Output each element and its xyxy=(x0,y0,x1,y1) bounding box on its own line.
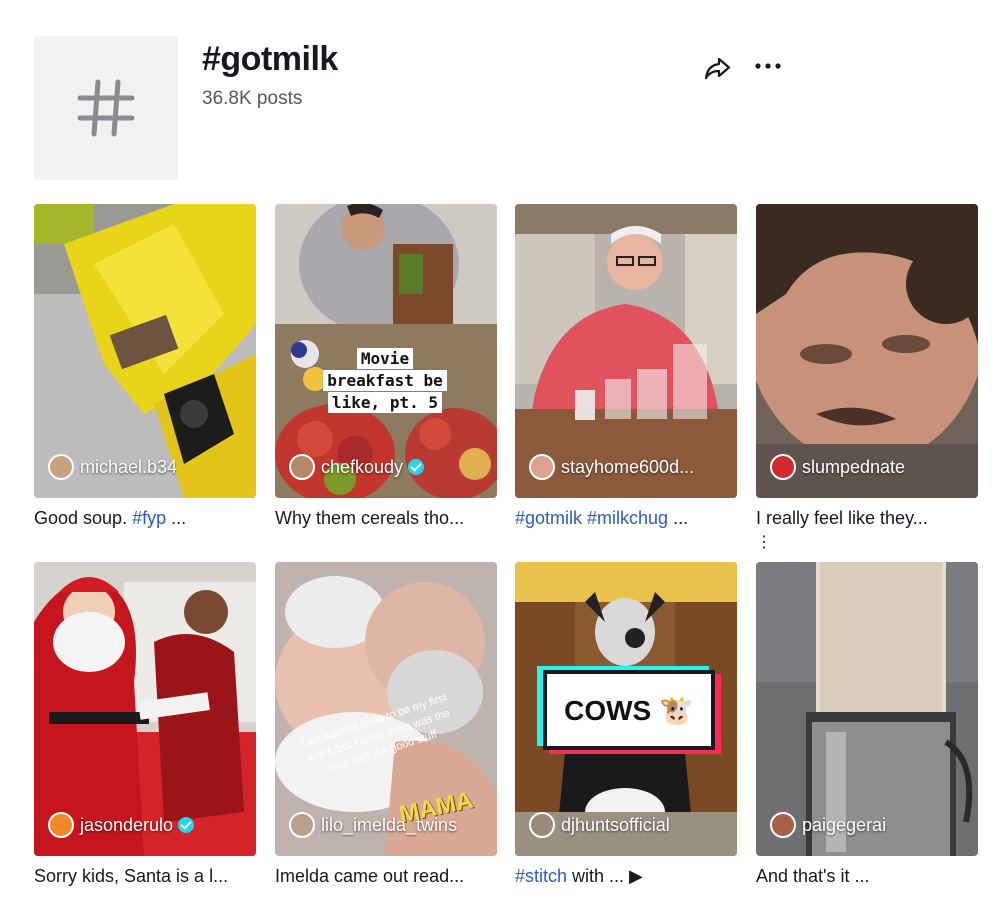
overlay-line: breakfast be xyxy=(323,370,447,391)
author-username: slumpednate xyxy=(802,456,906,477)
caption-text: Imelda came out read... xyxy=(275,866,465,886)
caption-hashtag[interactable]: #stitch xyxy=(515,866,567,886)
share-arrow-icon xyxy=(704,57,731,80)
caption-ellipsis: ... xyxy=(166,508,187,528)
avatar xyxy=(289,812,315,838)
avatar xyxy=(529,812,555,838)
video-card[interactable]: michael.b34 Good soup. #fyp ... xyxy=(34,204,256,532)
video-card[interactable]: paigegerai And that's it ... xyxy=(756,562,978,890)
post-count: 36.8K posts xyxy=(202,88,303,109)
author-username: djhuntsofficial xyxy=(561,814,670,835)
overlay-line: Movie xyxy=(356,348,414,369)
video-card[interactable]: stayhome600d... #gotmilk #milkchug ... xyxy=(515,204,737,532)
caption-text: And that's it ... xyxy=(756,866,870,886)
more-options-button[interactable] xyxy=(750,50,786,82)
author-username: chefkoudy xyxy=(321,456,404,477)
avatar xyxy=(48,812,74,838)
more-vertical-icon[interactable]: ⋮ xyxy=(756,534,772,551)
video-author[interactable]: lilo_imelda_twins xyxy=(289,812,457,838)
video-caption[interactable]: Why them cereals tho... xyxy=(275,508,497,532)
caption-hashtag[interactable]: #gotmilk #milkchug xyxy=(515,508,668,528)
video-card[interactable]: COWS 🐮 djhuntsofficial #stitch with ... … xyxy=(515,562,737,890)
video-author[interactable]: jasonderulo xyxy=(48,812,195,838)
avatar xyxy=(48,454,74,480)
caption-ellipsis: ... xyxy=(668,508,689,528)
video-card[interactable]: Dad wanted dada to be my first word, but… xyxy=(275,562,497,890)
caption-text: Sorry kids, Santa is a l... xyxy=(34,866,229,886)
video-caption[interactable]: #stitch with ... ▶ xyxy=(515,866,737,890)
caption-text: Why them cereals tho... xyxy=(275,508,465,528)
avatar xyxy=(529,454,555,480)
video-thumbnail[interactable]: stayhome600d... xyxy=(515,204,737,498)
overlay-line: like, pt. 5 xyxy=(328,392,442,413)
video-caption[interactable]: Sorry kids, Santa is a l... xyxy=(34,866,256,890)
author-username: michael.b34 xyxy=(80,456,178,477)
caption-hashtag[interactable]: #fyp xyxy=(132,508,166,528)
video-card[interactable]: jasonderulo Sorry kids, Santa is a l... xyxy=(34,562,256,890)
hashtag-header: #gotmilk 36.8K posts xyxy=(34,36,974,181)
more-horizontal-icon xyxy=(755,63,781,69)
video-author[interactable]: michael.b34 xyxy=(48,454,177,480)
video-card[interactable]: Movie breakfast be like, pt. 5 chefkoudy… xyxy=(275,204,497,532)
avatar xyxy=(770,812,796,838)
video-caption[interactable]: And that's it ... xyxy=(756,866,978,890)
play-icon: ▶ xyxy=(624,866,643,886)
avatar xyxy=(289,454,315,480)
video-thumbnail[interactable]: michael.b34 xyxy=(34,204,256,498)
video-caption[interactable]: I really feel like they... xyxy=(756,508,978,532)
video-author[interactable]: chefkoudy xyxy=(289,454,425,480)
video-text-overlay: Movie breakfast be like, pt. 5 xyxy=(305,348,465,414)
author-username: lilo_imelda_twins xyxy=(321,814,458,835)
verified-badge-icon xyxy=(408,459,425,475)
share-button[interactable] xyxy=(702,52,734,84)
video-thumbnail[interactable]: slumpednate xyxy=(756,204,978,498)
hashtag-avatar xyxy=(34,36,178,180)
video-thumbnail[interactable]: Dad wanted dada to be my first word, but… xyxy=(275,562,497,856)
video-caption[interactable]: Good soup. #fyp ... xyxy=(34,508,256,532)
video-author[interactable]: slumpednate xyxy=(770,454,905,480)
video-text-overlay: COWS 🐮 xyxy=(543,670,715,750)
video-card[interactable]: slumpednate I really feel like they... ⋮ xyxy=(756,204,978,552)
video-caption[interactable]: #gotmilk #milkchug ... xyxy=(515,508,737,532)
caption-text: with ... xyxy=(567,866,625,886)
video-caption[interactable]: Imelda came out read... xyxy=(275,866,497,890)
caption-text: Good soup. xyxy=(34,508,133,528)
caption-text: I really feel like they... xyxy=(756,508,928,528)
avatar xyxy=(770,454,796,480)
author-username: stayhome600d... xyxy=(561,456,695,477)
hashtag-icon xyxy=(77,79,135,137)
video-author[interactable]: paigegerai xyxy=(770,812,886,838)
verified-badge-icon xyxy=(178,817,195,833)
author-username: paigegerai xyxy=(802,814,887,835)
video-thumbnail[interactable]: jasonderulo xyxy=(34,562,256,856)
video-thumbnail[interactable]: COWS 🐮 djhuntsofficial xyxy=(515,562,737,856)
author-username: jasonderulo xyxy=(80,814,174,835)
video-thumbnail[interactable]: Movie breakfast be like, pt. 5 chefkoudy xyxy=(275,204,497,498)
page-title: #gotmilk xyxy=(202,40,338,78)
video-thumbnail[interactable]: paigegerai xyxy=(756,562,978,856)
video-author[interactable]: stayhome600d... xyxy=(529,454,694,480)
video-author[interactable]: djhuntsofficial xyxy=(529,812,670,838)
